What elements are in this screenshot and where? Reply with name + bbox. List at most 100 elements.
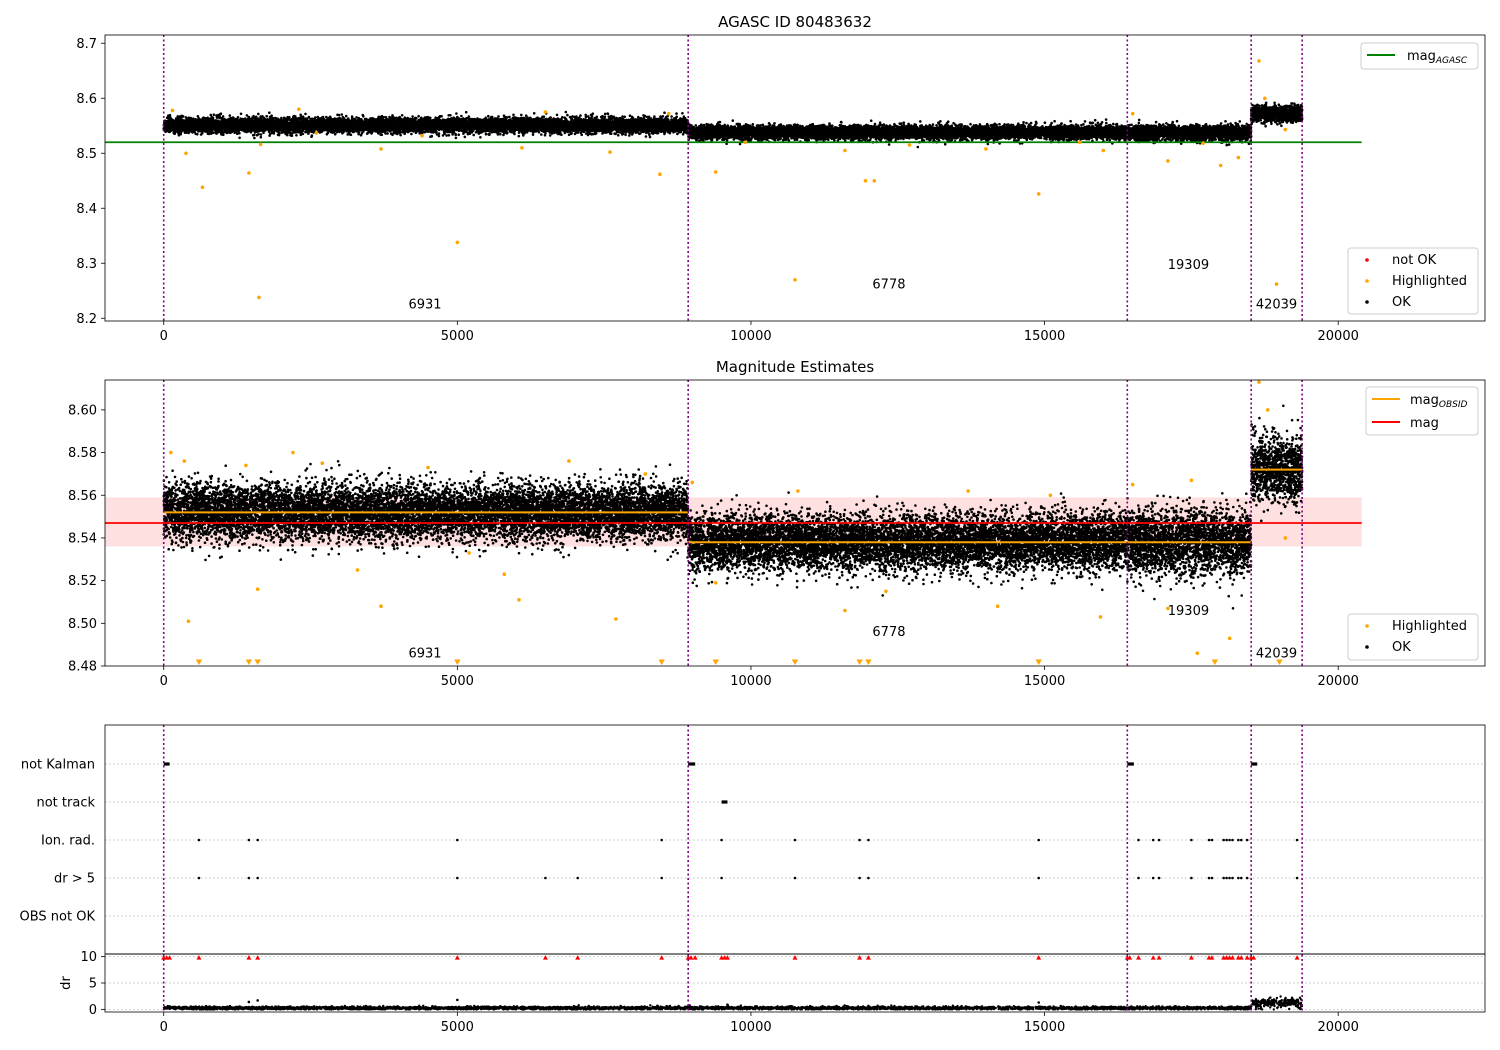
obsid-label: 6931 bbox=[408, 297, 441, 312]
highlighted-point bbox=[643, 472, 648, 476]
highlighted-point bbox=[1036, 192, 1041, 196]
highlighted-point bbox=[666, 111, 671, 116]
highlighted-point bbox=[966, 489, 970, 493]
flag-marker bbox=[256, 838, 259, 842]
highlighted-point bbox=[713, 170, 718, 174]
x-tick-label: 15000 bbox=[1024, 674, 1065, 689]
flag-label: Ion. rad. bbox=[41, 834, 95, 849]
highlighted-point bbox=[502, 572, 507, 576]
flag-marker-run bbox=[1251, 762, 1258, 766]
highlighted-point bbox=[1263, 96, 1267, 101]
highlighted-point bbox=[984, 147, 988, 151]
highlighted-point bbox=[1265, 408, 1270, 412]
flag-marker bbox=[793, 876, 797, 880]
highlighted-point bbox=[455, 240, 460, 245]
highlighted-point bbox=[244, 463, 248, 468]
flag-marker bbox=[1157, 876, 1161, 880]
legend-label-mag: mag bbox=[1410, 416, 1439, 431]
highlighted-point bbox=[543, 110, 548, 114]
below-range-marker bbox=[1035, 659, 1042, 665]
highlighted-point bbox=[1227, 636, 1232, 641]
highlighted-point bbox=[182, 459, 187, 463]
dr-clipped-marker bbox=[857, 955, 863, 960]
dr-clipped-marker bbox=[1136, 955, 1142, 960]
highlighted-point bbox=[467, 551, 471, 555]
highlighted-point bbox=[995, 604, 1000, 608]
highlighted-point bbox=[379, 147, 383, 151]
highlighted-point bbox=[1257, 380, 1261, 384]
flag-marker bbox=[1228, 838, 1231, 842]
obsid-label: 42039 bbox=[1256, 646, 1297, 661]
below-range-marker bbox=[454, 659, 461, 665]
agasc-panel-title: AGASC ID 80483632 bbox=[718, 13, 872, 31]
dr-clipped-marker bbox=[692, 955, 698, 960]
highlighted-point bbox=[320, 461, 325, 466]
flag-marker bbox=[720, 838, 723, 842]
flag-marker bbox=[660, 876, 663, 880]
x-tick-label: 5000 bbox=[441, 1020, 474, 1035]
legend-label-ok: OK bbox=[1392, 640, 1411, 655]
x-tick-label: 10000 bbox=[730, 1020, 771, 1035]
flag-marker bbox=[720, 876, 723, 880]
highlighted-point bbox=[426, 465, 430, 470]
highlighted-point bbox=[796, 489, 800, 493]
flag-marker bbox=[456, 838, 459, 842]
agasc-legend-top: magAGASC bbox=[1360, 42, 1479, 70]
highlighted-point bbox=[1257, 59, 1261, 63]
highlighted-point bbox=[1048, 493, 1053, 498]
legend-obsid-subscript: OBSID bbox=[1439, 400, 1468, 410]
dr-point bbox=[456, 998, 459, 1002]
highlighted-point bbox=[658, 172, 662, 176]
flag-marker bbox=[1295, 876, 1299, 880]
highlighted-point bbox=[884, 589, 888, 594]
obsid-label: 19309 bbox=[1168, 258, 1209, 273]
obsid-label: 6778 bbox=[872, 625, 905, 640]
flag-marker bbox=[1210, 876, 1214, 880]
highlighted-point bbox=[186, 619, 191, 623]
obsid-label: 6778 bbox=[872, 278, 905, 293]
agasc-panel-data: 6931 6778 19309 42039 bbox=[105, 35, 1362, 321]
flag-marker bbox=[858, 876, 861, 880]
flag-marker bbox=[1245, 838, 1249, 842]
estimates-panel-data: 6931 6778 19309 42039 bbox=[105, 380, 1362, 666]
dr-clipped-marker bbox=[196, 955, 202, 960]
dr-clipped-marker bbox=[1156, 955, 1162, 960]
highlighted-point bbox=[1166, 159, 1170, 163]
legend-label-not-ok: not OK bbox=[1392, 253, 1437, 268]
flag-marker bbox=[1037, 876, 1041, 880]
flag-marker bbox=[867, 876, 870, 880]
ok-points bbox=[162, 101, 1304, 149]
y-tick-label: 8.48 bbox=[68, 660, 97, 675]
flag-marker bbox=[1228, 876, 1231, 880]
flag-marker bbox=[867, 838, 870, 842]
y-tick-label: 8.50 bbox=[68, 617, 97, 632]
legend-marker-not-ok bbox=[1365, 258, 1369, 262]
flag-marker bbox=[1157, 838, 1161, 842]
dr-clipped-marker bbox=[865, 955, 871, 960]
x-tick-label: 15000 bbox=[1024, 1020, 1065, 1035]
dr-point bbox=[1037, 1001, 1041, 1004]
x-tick-label: 10000 bbox=[730, 329, 771, 344]
highlighted-point bbox=[567, 459, 571, 463]
highlighted-point bbox=[1195, 651, 1200, 655]
flag-marker bbox=[1207, 876, 1211, 880]
obsid-label: 6931 bbox=[408, 646, 441, 661]
x-tick-label: 0 bbox=[160, 674, 168, 689]
flag-marker-run bbox=[688, 762, 696, 766]
flag-marker bbox=[1225, 876, 1228, 880]
flag-marker bbox=[1231, 876, 1234, 880]
flag-marker bbox=[1137, 876, 1140, 880]
flag-marker bbox=[1231, 838, 1234, 842]
legend-label-highlighted: Highlighted bbox=[1392, 274, 1467, 289]
flag-marker bbox=[660, 838, 663, 842]
dr-clipped-marker bbox=[1294, 955, 1300, 960]
flags-panel-data bbox=[105, 725, 1485, 1012]
flag-marker bbox=[544, 876, 547, 880]
flag-marker bbox=[1151, 838, 1155, 842]
below-range-marker bbox=[791, 659, 799, 665]
dr-points bbox=[162, 995, 1304, 1011]
flag-marker bbox=[793, 838, 797, 842]
highlighted-point bbox=[257, 295, 261, 300]
highlighted-point bbox=[843, 608, 847, 613]
x-tick-label: 20000 bbox=[1318, 329, 1359, 344]
